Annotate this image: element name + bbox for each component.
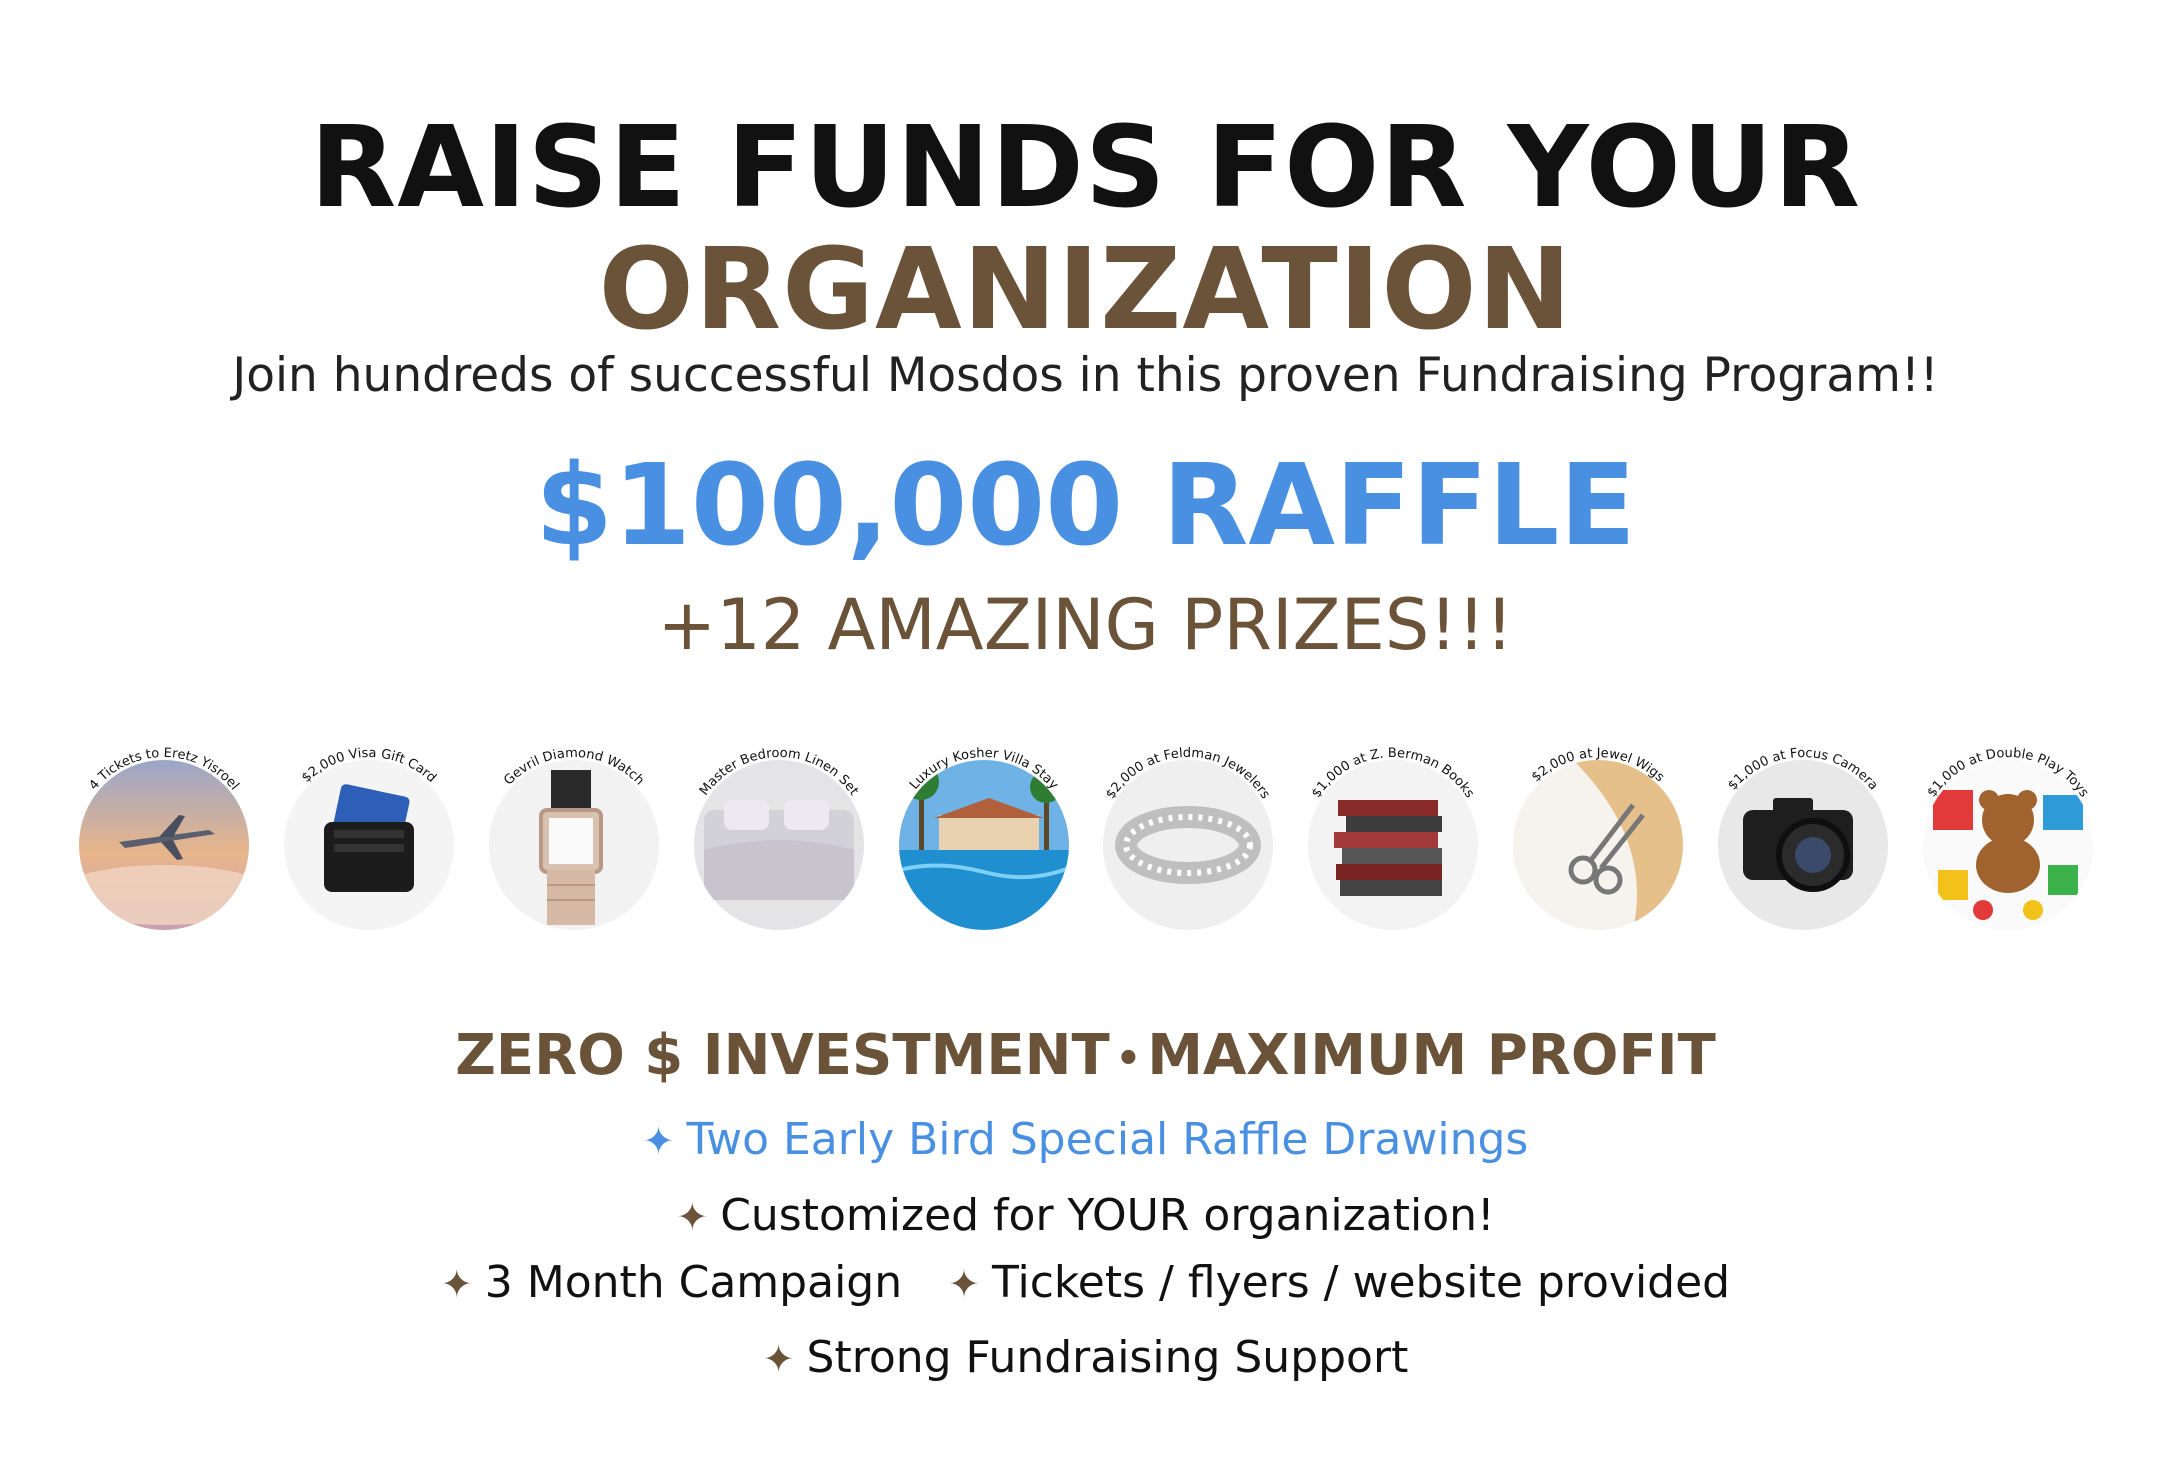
- bullet-support: ✦ Strong Fundraising Support: [0, 1336, 2171, 1380]
- bullet-row-campaign-materials: ✦ 3 Month Campaign ✦ Tickets / flyers / web…: [0, 1261, 2171, 1305]
- tagline-right: MAXIMUM PROFIT: [1147, 1023, 1716, 1088]
- prize-item: $2,000 at Jewel Wigs: [1496, 716, 1700, 946]
- toys-teddy-icon: [1922, 760, 2093, 930]
- subheadline: Join hundreds of successful Mosdos in th…: [232, 348, 1939, 403]
- tagline-separator: •: [1115, 1035, 1142, 1082]
- sparkle-icon: ✦: [440, 1262, 473, 1306]
- bullet-customized: ✦ Customized for YOUR organization!: [0, 1194, 2171, 1238]
- bed-linen-icon: [693, 760, 864, 930]
- sparkle-icon: ✦: [676, 1195, 709, 1239]
- raffle-title: $100,000 RAFFLE: [535, 441, 1636, 571]
- books-icon: [1308, 760, 1479, 930]
- prize-item: $2,000 Visa Gift Card: [267, 716, 471, 946]
- prize-item: Gevril Diamond Watch: [472, 716, 676, 946]
- headline-line-2: ORGANIZATION: [598, 225, 1573, 355]
- camera-icon: [1718, 760, 1888, 930]
- sparkle-icon: ✦: [642, 1119, 675, 1163]
- prize-item: Luxury Kosher Villa Stay: [882, 716, 1086, 946]
- tagline-left: ZERO $ INVESTMENT: [455, 1023, 1110, 1088]
- sparkle-icon: ✦: [762, 1337, 795, 1381]
- prize-item: Master Bedroom Linen Set: [677, 716, 881, 946]
- raffle-prizes-count: +12 AMAZING PRIZES!!!: [657, 584, 1514, 666]
- bullet-text: Strong Fundraising Support: [806, 1332, 1409, 1383]
- prize-item: $1,000 at Double Play Toys: [1906, 716, 2110, 946]
- prize-item: 4 Tickets to Eretz Yisroel: [62, 716, 266, 946]
- gift-card-wallet-icon: [283, 760, 454, 930]
- bullet-text: 3 Month Campaign: [484, 1257, 903, 1308]
- prize-item: $2,000 at Feldman Jewelers: [1086, 716, 1290, 946]
- prize-item: $1,000 at Focus Camera: [1701, 716, 1905, 946]
- sparkle-icon: ✦: [948, 1262, 980, 1306]
- wig-scissors-icon: [1513, 760, 1684, 930]
- airplane-icon: [79, 760, 249, 930]
- bullet-text: Tickets / flyers / website provided: [991, 1257, 1731, 1308]
- prize-list: 4 Tickets to Eretz Yisroel $2,000 Visa G…: [62, 716, 2110, 946]
- prize-item: $1,000 at Z. Berman Books: [1291, 716, 1495, 946]
- villa-pool-icon: [898, 760, 1069, 930]
- bullet-text: Two Early Bird Special Raffle Drawings: [686, 1114, 1529, 1165]
- bullet-text: Customized for YOUR organization!: [720, 1190, 1495, 1241]
- bracelet-icon: [1103, 760, 1274, 930]
- tagline: ZERO $ INVESTMENT • MAXIMUM PROFIT: [0, 1028, 2171, 1084]
- bullet-early-bird: ✦ Two Early Bird Special Raffle Drawings: [0, 1118, 2171, 1162]
- watch-icon: [488, 760, 659, 930]
- headline-line-1: RAISE FUNDS FOR YOUR: [309, 103, 1862, 233]
